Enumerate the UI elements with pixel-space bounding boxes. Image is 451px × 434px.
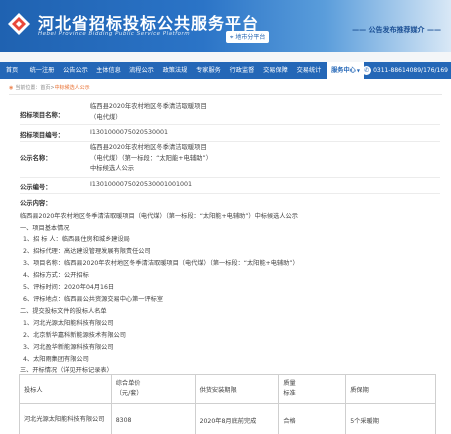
- nav-item-home[interactable]: 首页: [0, 62, 24, 79]
- region-switch-button[interactable]: ⌖ 地市分平台: [226, 31, 270, 43]
- nav-item-statistics[interactable]: 交易统计: [292, 62, 326, 79]
- location-icon: ◉: [9, 85, 14, 91]
- notice-name-label: 公示名称：: [20, 155, 52, 162]
- table-row: 河北光源太阳能科技有限公司 8308 2020年8月底前完成 合格 5个采暖期: [19, 403, 436, 434]
- nav-item-experts[interactable]: 专家服务: [192, 62, 225, 79]
- bidder-item: 3、河北盈华新能源科技有限公司: [23, 344, 114, 351]
- table-cell: 8308: [110, 403, 196, 434]
- breadcrumb-current: 中标候选人公示: [54, 85, 90, 91]
- table-cell: 5个采暖期: [345, 403, 436, 434]
- info-line: 1、招 标 人：临西县住房和城乡建设局: [23, 236, 130, 243]
- nav-item-service-center[interactable]: 服务中心▼: [327, 62, 364, 79]
- content-label: 公示内容：: [20, 200, 52, 207]
- bid-opening-table: 投标人 综合单价 （元/套） 供货安装期限 质量 标准 质保期 河北光源太阳能科…: [19, 374, 436, 434]
- caret-down-icon: ▼: [356, 68, 360, 73]
- notice-no-value: I1301000075020530001001001: [90, 181, 193, 188]
- nav-item-guarantee[interactable]: 交易保障: [259, 62, 292, 79]
- column-header: 供货安装期限: [194, 374, 280, 404]
- nav-item-register[interactable]: 统一注册: [25, 62, 59, 79]
- info-line: 2、招标代理：高达建设管理发展有限责任公司: [23, 248, 151, 255]
- column-header: 投标人: [19, 374, 112, 404]
- region-label: 地市分平台: [235, 34, 266, 41]
- header-slogan: —— 公告发布推荐媒介 ——: [352, 26, 441, 34]
- breadcrumb-divider: [9, 94, 442, 95]
- info-line: 6、评标地点：临西县公共资源交易中心第一评标室: [23, 296, 164, 303]
- info-line: 5、评标时间：2020年04月16日: [23, 284, 115, 291]
- project-no-value: I1301000075020530001: [90, 129, 168, 136]
- section-heading: 二、提交投标文件的投标人名单: [20, 308, 107, 315]
- nav-item-service-center-label: 服务中心: [331, 67, 356, 74]
- table-cell: 合格: [278, 403, 347, 434]
- row-divider: [20, 124, 440, 125]
- platform-logo-icon[interactable]: [7, 12, 31, 36]
- table-cell: 2020年8月底前完成: [194, 403, 280, 434]
- table-header-row: 投标人 综合单价 （元/套） 供货安装期限 质量 标准 质保期: [19, 374, 436, 404]
- project-name-label: 招标项目名称：: [20, 112, 65, 119]
- notice-name-value: 临西县2020年农村地区冬季清洁取暖项目（电代煤）（第一标段：“太阳能+电辅助”…: [90, 144, 212, 172]
- row-divider: [20, 177, 440, 178]
- hotline: ✆ 0311-88614089/176/169: [362, 62, 448, 79]
- notice-no-label: 公示编号：: [20, 184, 52, 191]
- info-line: 3、项目名称：临西县2020年农村地区冬季清洁取暖项目（电代煤）（第一标段：“太…: [23, 260, 299, 267]
- project-name-value: 临西县2020年农村地区冬季清洁取暖项目（电代煤）: [90, 103, 207, 121]
- bidder-item: 2、北京新华嘉科新能源技术有限公司: [23, 332, 126, 339]
- hotline-number: 0311-88614089/176/169: [373, 67, 448, 74]
- nav-item-process[interactable]: 流程公示: [125, 62, 158, 79]
- column-header: 综合单价 （元/套）: [110, 374, 196, 404]
- breadcrumb-home-link[interactable]: 首页: [40, 85, 50, 91]
- section-heading: 一、项目基本情况: [20, 225, 70, 232]
- content-intro: 临西县2020年农村地区冬季清洁取暖项目（电代煤）（第一标段：“太阳能+电辅助”…: [20, 213, 298, 220]
- bidder-item: 4、太阳雨集团有限公司: [23, 356, 89, 363]
- phone-icon: ✆: [362, 66, 372, 75]
- site-subtitle: Hebei Province Bidding Public Service Pl…: [38, 31, 191, 37]
- column-header: 质量 标准: [278, 374, 347, 404]
- section-heading: 三、开标情况（详见开标记录表）: [20, 367, 113, 374]
- nav-item-supervision[interactable]: 行政监督: [225, 62, 259, 79]
- column-header: 质保期: [345, 374, 436, 404]
- row-divider: [20, 193, 440, 194]
- breadcrumb: ◉ 当前位置：首页>中标候选人公示: [9, 84, 90, 91]
- project-no-label: 招标项目编号：: [20, 132, 65, 139]
- table-cell: 河北光源太阳能科技有限公司: [19, 403, 112, 434]
- main-nav: 首页 统一注册 公告公示 主体信息 流程公示 政策法规 专家服务 行政监督 交易…: [0, 62, 451, 79]
- nav-item-announcements[interactable]: 公告公示: [59, 62, 92, 79]
- nav-item-subjects[interactable]: 主体信息: [92, 62, 125, 79]
- info-line: 4、招标方式：公开招标: [23, 272, 89, 279]
- site-header: 河北省招标投标公共服务平台 Hebei Province Bidding Pub…: [0, 0, 451, 62]
- location-pin-icon: ⌖: [230, 34, 234, 41]
- nav-item-policy[interactable]: 政策法规: [158, 62, 192, 79]
- row-divider: [20, 141, 440, 142]
- breadcrumb-prefix: 当前位置：: [15, 85, 41, 91]
- bidder-item: 1、河北光源太阳能科技有限公司: [23, 320, 114, 327]
